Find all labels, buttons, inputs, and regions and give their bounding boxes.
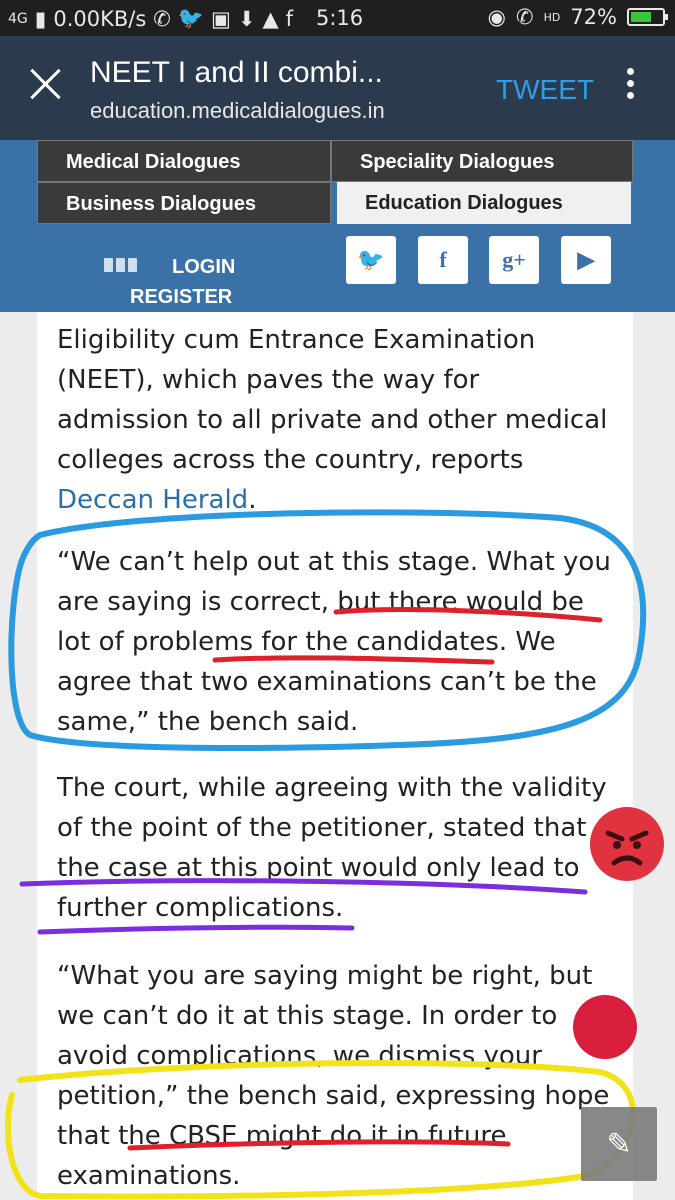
yellow-circle-annotation xyxy=(4,1059,636,1200)
red-underline xyxy=(333,607,603,623)
purple-underline xyxy=(37,924,355,935)
purple-underline xyxy=(19,878,588,895)
red-dot-icon xyxy=(573,995,637,1059)
edit-fab-button[interactable]: ✎ xyxy=(581,1107,657,1181)
red-underline xyxy=(212,655,495,665)
angry-emoji-icon xyxy=(590,807,664,881)
red-underline xyxy=(127,1139,511,1151)
blue-circle-annotation xyxy=(8,509,647,751)
